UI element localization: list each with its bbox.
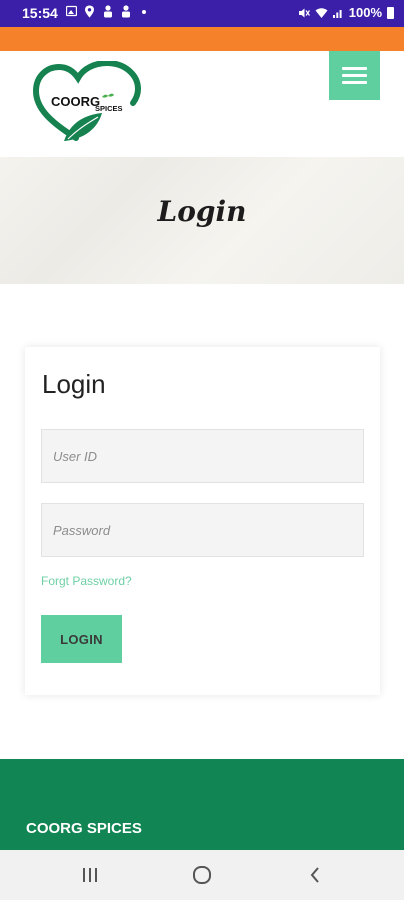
notification-icons — [65, 5, 149, 18]
dot-icon — [138, 5, 149, 18]
logo-main-text: COORG — [51, 94, 100, 109]
battery-percent: 100% — [348, 5, 382, 20]
mute-icon — [298, 7, 310, 19]
user-id-input[interactable] — [41, 429, 364, 483]
coorg-spices-logo[interactable]: COORG SPICES — [32, 59, 144, 143]
back-button[interactable] — [303, 863, 327, 887]
status-time: 15:54 — [22, 5, 58, 21]
home-button[interactable] — [190, 863, 214, 887]
system-icons: 100% — [298, 5, 394, 20]
recents-button[interactable] — [78, 863, 102, 887]
status-bar: 15:54 100% — [0, 0, 404, 27]
system-nav-bar — [0, 850, 404, 900]
login-card: Login Forgt Password? LOGIN — [25, 347, 380, 695]
user-icon — [120, 5, 131, 18]
page-banner: Login — [0, 157, 404, 284]
battery-icon — [387, 6, 394, 19]
hamburger-menu-icon — [342, 67, 367, 70]
location-icon — [84, 5, 95, 18]
gallery-icon — [65, 5, 78, 18]
recents-icon — [83, 868, 97, 882]
page-title: Login — [157, 195, 247, 228]
site-footer: COORG SPICES — [0, 759, 404, 850]
forgot-password-link[interactable]: Forgt Password? — [41, 574, 132, 588]
back-icon — [310, 867, 319, 883]
signal-icon — [332, 7, 344, 19]
logo-sub-text: SPICES — [95, 104, 123, 113]
wifi-icon — [315, 7, 328, 19]
login-button[interactable]: LOGIN — [41, 615, 122, 663]
footer-title: COORG SPICES — [26, 820, 142, 837]
site-header: COORG SPICES — [0, 51, 404, 157]
hamburger-menu-button[interactable] — [329, 51, 380, 100]
password-input[interactable] — [41, 503, 364, 557]
login-heading: Login — [42, 369, 106, 399]
user-icon — [102, 5, 113, 18]
home-icon — [193, 866, 211, 884]
top-accent-strip — [0, 27, 404, 51]
